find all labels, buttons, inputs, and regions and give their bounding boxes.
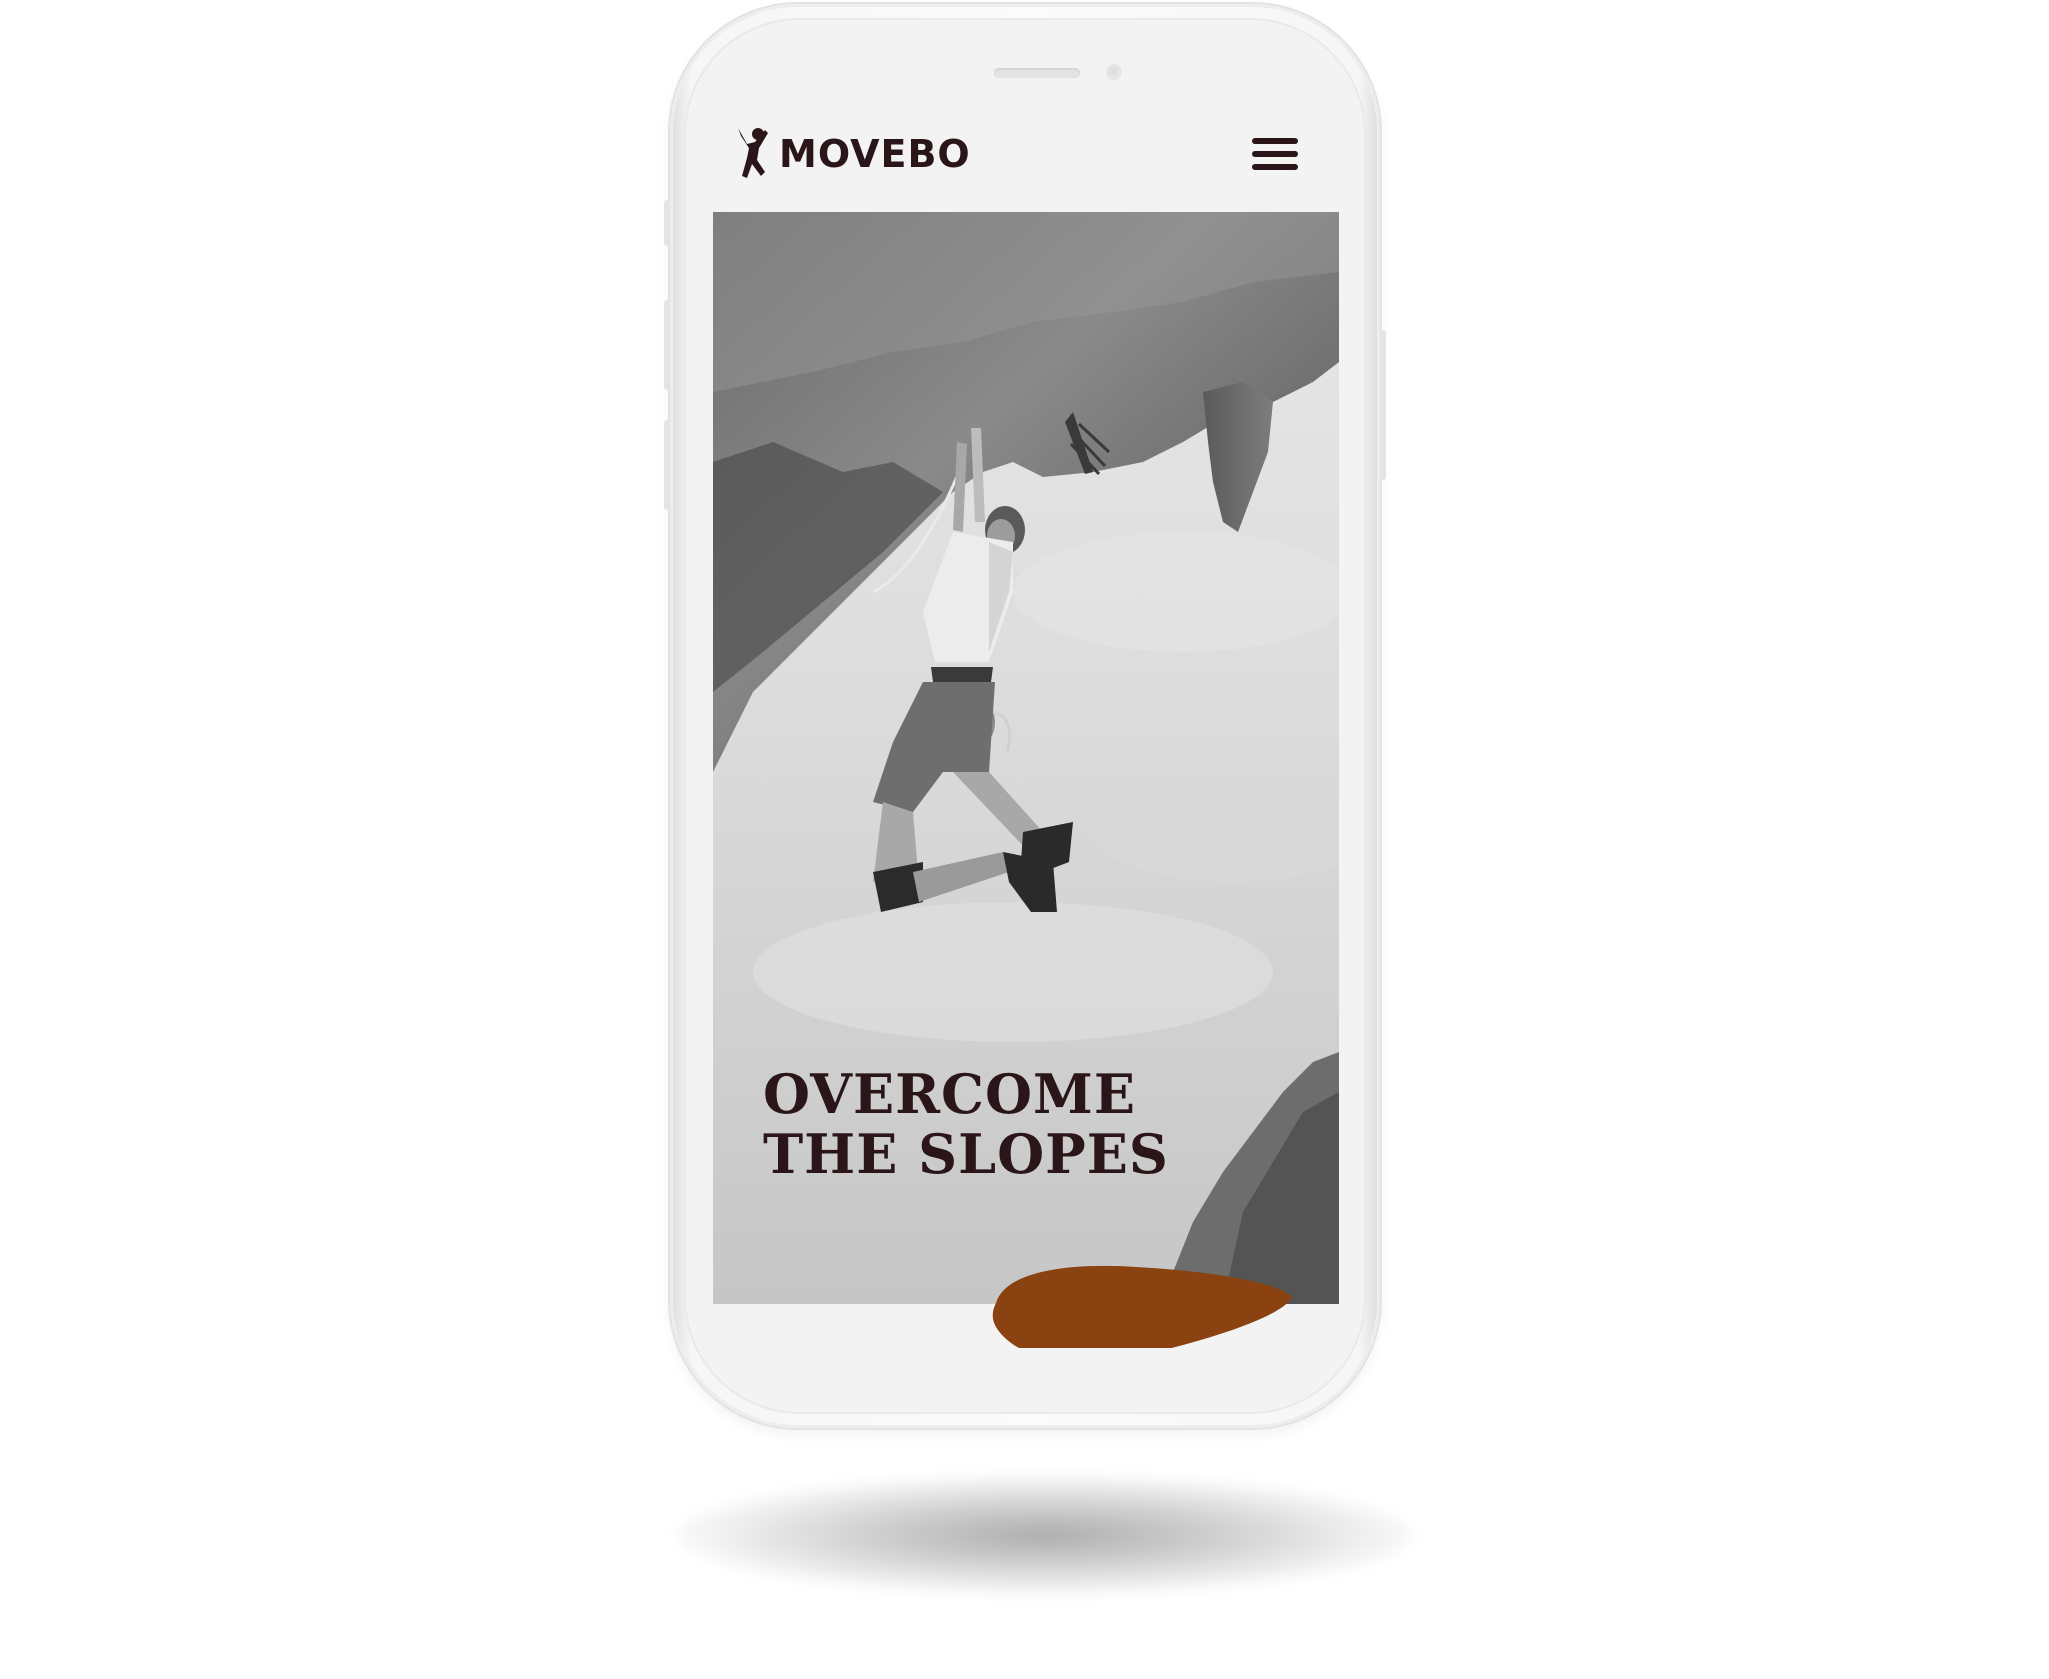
brand-name: MOVEBO — [779, 132, 971, 176]
hero-headline-line-2: THE SLOPES — [763, 1122, 1169, 1186]
hero-headline-line-1: OVERCOME — [763, 1062, 1136, 1126]
front-camera — [1106, 64, 1122, 80]
power-button — [1380, 330, 1386, 480]
menu-bar — [1252, 164, 1298, 170]
hero-headline: OVERCOME THE SLOPES — [763, 1064, 1169, 1184]
earpiece-speaker — [994, 68, 1080, 78]
hero-section: OVERCOME THE SLOPES — [713, 212, 1339, 1304]
volume-down-button — [664, 420, 670, 510]
volume-up-button — [664, 300, 670, 390]
mute-switch — [664, 200, 670, 246]
mockup-stage: MOVEBO OVERCOME THE SLOPES — [0, 0, 2049, 1679]
menu-bar — [1252, 138, 1298, 144]
site-header: MOVEBO — [713, 108, 1339, 212]
climber-figure-icon — [738, 128, 768, 178]
phone-screen: MOVEBO OVERCOME THE SLOPES — [713, 108, 1339, 1348]
accent-blob — [992, 1265, 1292, 1348]
menu-bar — [1252, 151, 1298, 157]
hamburger-menu-icon[interactable] — [1246, 126, 1302, 182]
phone-floor-shadow — [675, 1475, 1415, 1595]
brand-logo[interactable]: MOVEBO — [735, 124, 971, 184]
